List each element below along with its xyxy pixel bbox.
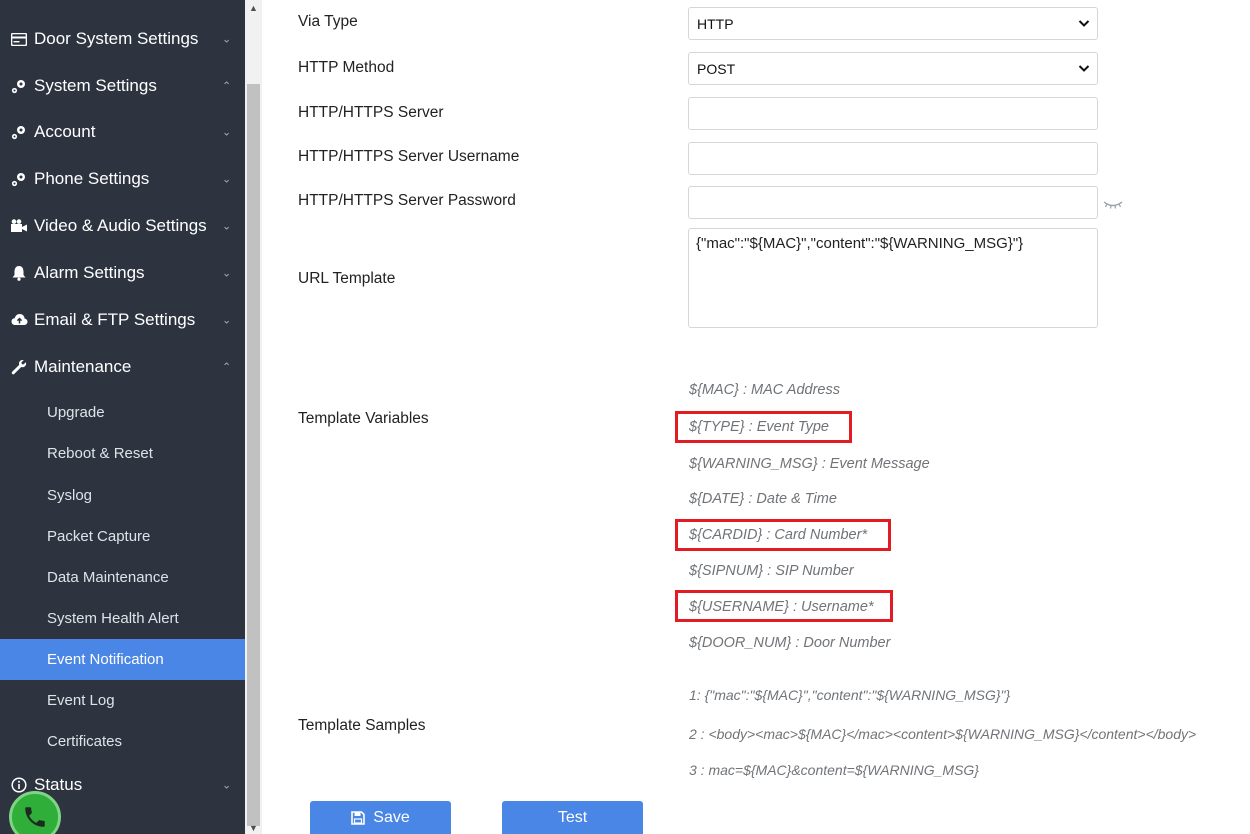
- sidebar-item-account[interactable]: Account ⌄: [0, 109, 245, 155]
- camera-icon: [10, 217, 28, 235]
- template-sample-item: 3 : mac=${MAC}&content=${WARNING_MSG}: [689, 762, 979, 778]
- sidebar-item-label: Email & FTP Settings: [34, 310, 196, 329]
- save-button-label: Save: [373, 808, 410, 826]
- sidebar-item-maintenance[interactable]: Maintenance ⌃: [0, 344, 245, 390]
- scroll-down-arrow-icon[interactable]: ▼: [245, 822, 262, 834]
- gears-icon: [10, 123, 28, 141]
- chevron-up-icon: ⌃: [222, 361, 232, 374]
- gears-icon: [10, 170, 28, 188]
- sidebar-item-label: Alarm Settings: [34, 263, 145, 282]
- sidebar-subitem-data-maintenance[interactable]: Data Maintenance: [0, 557, 245, 598]
- chevron-down-icon: ⌄: [222, 779, 232, 792]
- via-type-select[interactable]: HTTP: [688, 7, 1098, 40]
- scroll-up-arrow-icon[interactable]: ▲: [245, 0, 262, 17]
- sidebar: Door System Settings ⌄ System Settings ⌃…: [0, 0, 245, 834]
- phone-icon: [25, 807, 45, 827]
- sidebar-subitem-packet-capture[interactable]: Packet Capture: [0, 516, 245, 557]
- url-template-label: URL Template: [298, 270, 396, 287]
- server-input[interactable]: [688, 97, 1098, 130]
- scroll-thumb[interactable]: [247, 84, 260, 826]
- highlight-box-cardid: [675, 519, 891, 551]
- floppy-disk-icon: [351, 810, 366, 825]
- sidebar-subitem-event-notification[interactable]: Event Notification: [0, 639, 245, 680]
- template-variables-label: Template Variables: [298, 410, 429, 427]
- sidebar-item-door-system-settings[interactable]: Door System Settings ⌄: [0, 16, 245, 62]
- password-input[interactable]: [688, 186, 1098, 219]
- template-variable-item: ${DOOR_NUM} : Door Number: [689, 635, 891, 651]
- url-template-textarea[interactable]: {"mac":"${MAC}","content":"${WARNING_MSG…: [688, 228, 1098, 328]
- sidebar-item-video-audio-settings[interactable]: Video & Audio Settings ⌄: [0, 203, 245, 249]
- bell-icon: [10, 264, 28, 282]
- phone-call-button[interactable]: [9, 791, 61, 834]
- sidebar-item-label: Video & Audio Settings: [34, 216, 207, 235]
- sidebar-subitem-system-health-alert[interactable]: System Health Alert: [0, 598, 245, 639]
- cloud-icon: [10, 311, 28, 329]
- template-sample-item: 2 : <body><mac>${MAC}</mac><content>${WA…: [689, 726, 1197, 742]
- save-button[interactable]: Save: [310, 801, 451, 834]
- http-method-label: HTTP Method: [298, 59, 395, 76]
- template-variable-item: ${MAC} : MAC Address: [689, 382, 840, 398]
- sidebar-subitem-reboot-reset[interactable]: Reboot & Reset: [0, 433, 245, 474]
- template-variable-item: ${WARNING_MSG} : Event Message: [689, 456, 930, 472]
- chevron-down-icon: ⌄: [222, 267, 232, 280]
- chevron-down-icon: ⌄: [222, 314, 232, 327]
- http-method-value: POST: [697, 60, 736, 77]
- sidebar-item-label: Phone Settings: [34, 169, 150, 188]
- sidebar-item-label: Account: [34, 122, 96, 141]
- chevron-up-icon: ⌃: [222, 80, 232, 93]
- app-window: Door System Settings ⌄ System Settings ⌃…: [0, 0, 1250, 834]
- http-method-select[interactable]: POST: [688, 52, 1098, 85]
- via-type-value: HTTP: [697, 15, 734, 32]
- highlight-box-type: [675, 411, 852, 443]
- sidebar-item-email-ftp-settings[interactable]: Email & FTP Settings ⌄: [0, 297, 245, 343]
- card-icon: [10, 30, 28, 48]
- username-label: HTTP/HTTPS Server Username: [298, 148, 520, 165]
- eye-closed-icon[interactable]: [1103, 197, 1123, 215]
- sidebar-subitem-certificates[interactable]: Certificates: [0, 721, 245, 762]
- template-variable-item: ${DATE} : Date & Time: [689, 491, 837, 507]
- sidebar-subitem-upgrade[interactable]: Upgrade: [0, 392, 245, 433]
- chevron-down-icon: [1077, 61, 1091, 75]
- sidebar-item-alarm-settings[interactable]: Alarm Settings ⌄: [0, 250, 245, 296]
- highlight-box-username: [675, 590, 893, 622]
- info-icon: [10, 776, 28, 794]
- gears-icon: [10, 77, 28, 95]
- template-samples-label: Template Samples: [298, 717, 426, 734]
- sidebar-scrollbar[interactable]: ▲ ▼: [245, 0, 262, 834]
- wrench-icon: [10, 358, 28, 376]
- sidebar-item-phone-settings[interactable]: Phone Settings ⌄: [0, 156, 245, 202]
- sidebar-subitem-event-log[interactable]: Event Log: [0, 680, 245, 721]
- chevron-down-icon: ⌄: [222, 220, 232, 233]
- server-label: HTTP/HTTPS Server: [298, 104, 444, 121]
- template-sample-item: 1: {"mac":"${MAC}","content":"${WARNING_…: [689, 687, 1011, 703]
- chevron-down-icon: ⌄: [222, 33, 232, 46]
- test-button[interactable]: Test: [502, 801, 643, 834]
- chevron-down-icon: [1077, 16, 1091, 30]
- password-label: HTTP/HTTPS Server Password: [298, 192, 516, 209]
- test-button-label: Test: [557, 808, 588, 826]
- sidebar-item-system-settings[interactable]: System Settings ⌃: [0, 63, 245, 109]
- sidebar-subitem-syslog[interactable]: Syslog: [0, 475, 245, 516]
- via-type-label: Via Type: [298, 13, 358, 30]
- chevron-down-icon: ⌄: [222, 126, 232, 139]
- username-input[interactable]: [688, 142, 1098, 175]
- sidebar-item-label: Maintenance: [34, 357, 132, 376]
- sidebar-item-label: System Settings: [34, 76, 157, 95]
- template-variable-item: ${SIPNUM} : SIP Number: [689, 563, 854, 579]
- sidebar-item-label: Door System Settings: [34, 29, 199, 48]
- chevron-down-icon: ⌄: [222, 173, 232, 186]
